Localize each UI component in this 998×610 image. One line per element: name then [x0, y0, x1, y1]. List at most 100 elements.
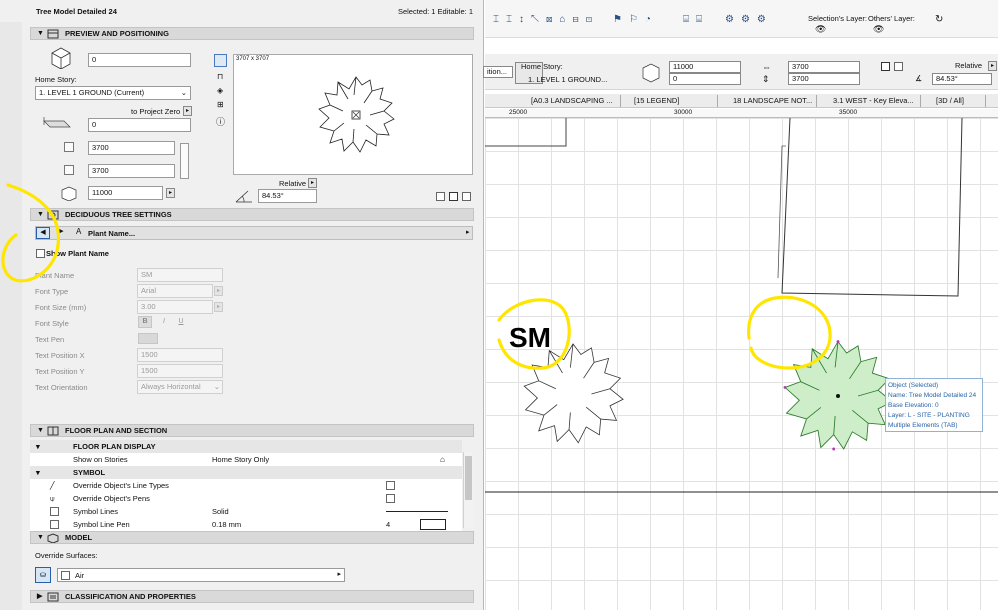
toolbar-tool-icons[interactable]: ⌸⌸ — [683, 14, 709, 25]
section-preview-positioning[interactable]: ▼ PREVIEW AND POSITIONING — [30, 27, 474, 40]
view-tab-active[interactable]: 18 LANDSCAPE NOT... — [721, 95, 817, 107]
width-icon — [64, 142, 74, 152]
angle-icon: ∡ — [915, 74, 923, 83]
floor-plan-canvas[interactable]: ⌶⌶↕↖⊠⌂⊟⊡ ⚑⚐◔ ⌸⌸ ⚙⚙⚙ Selection's Layer: O… — [483, 0, 998, 610]
section-model-label: MODEL — [65, 533, 93, 542]
text-position-x-field[interactable]: 1500 — [137, 348, 223, 362]
collapse-triangle-icon: ▼ — [37, 427, 44, 434]
link-chain-icon[interactable] — [180, 143, 189, 179]
geometry-method-dropdown[interactable]: ition... — [483, 66, 513, 78]
relative-label-info: Relative — [955, 61, 983, 70]
depth-arrows-icon: ⇕ — [762, 74, 770, 84]
view-tab[interactable]: [A0.3 LANDSCAPING ... — [519, 95, 621, 107]
symbol-lines-checkbox[interactable] — [50, 507, 59, 516]
text-position-y-field[interactable]: 1500 — [137, 364, 223, 378]
tooltip-layer: Layer: L - SITE - PLANTING — [888, 412, 970, 419]
home-story-value[interactable]: 1. LEVEL 1 GROUND... — [528, 75, 607, 84]
italic-button[interactable]: I — [158, 316, 170, 328]
plant-name-tab-label[interactable]: Plant Name... — [88, 229, 135, 238]
collapse-triangle-icon: ▼ — [37, 30, 44, 37]
underline-button[interactable]: U — [175, 316, 187, 328]
surface-paint-icon[interactable]: ⛀ — [35, 567, 51, 583]
override-line-types-checkbox[interactable] — [386, 481, 395, 490]
section-classification[interactable]: ▶ CLASSIFICATION AND PROPERTIES — [30, 590, 474, 603]
toolbar-flag-icons[interactable]: ⚑⚐◔ — [613, 14, 658, 25]
relative-arrow-info[interactable]: ▸ — [988, 61, 997, 71]
angle-field[interactable]: 84.53° — [258, 189, 317, 203]
width-field-info[interactable]: 3700 — [788, 61, 860, 73]
mirror-x-info[interactable] — [881, 62, 890, 71]
override-surfaces-label: Override Surfaces: — [35, 551, 98, 560]
angle-field-info[interactable]: 84.53° — [932, 73, 992, 85]
symbol-lines-row[interactable]: Symbol Lines Solid — [30, 505, 462, 518]
symbol-line-pen-checkbox[interactable] — [50, 520, 59, 529]
panel-title: Tree Model Detailed 24 — [36, 7, 117, 16]
view-tab[interactable]: [3D / All] — [924, 95, 986, 107]
view-tab[interactable]: [15 LEGEND] — [622, 95, 718, 107]
section-floor-plan-label: FLOOR PLAN AND SECTION — [65, 426, 168, 435]
override-line-types-row[interactable]: ╱ Override Object's Line Types — [30, 479, 462, 492]
surface-checkbox[interactable] — [61, 571, 70, 580]
eye-icon[interactable]: 👁 — [873, 24, 884, 35]
mirror-none-button[interactable] — [436, 192, 445, 201]
mirror-y-info[interactable] — [894, 62, 903, 71]
bold-button[interactable]: B — [138, 316, 152, 328]
ruler — [485, 109, 998, 118]
info-icon[interactable]: ⓘ — [216, 115, 225, 128]
floor-plan-scrollbar[interactable] — [463, 452, 473, 528]
zero-field[interactable]: 0 — [88, 118, 191, 132]
mirror-y-button[interactable] — [462, 192, 471, 201]
floor-plan-display-group[interactable]: ▾ FLOOR PLAN DISPLAY — [30, 440, 462, 453]
section-model[interactable]: ▼ MODEL — [30, 531, 474, 544]
toolbar-view-icons[interactable]: ⚙⚙⚙ — [725, 14, 773, 25]
surface-dropdown[interactable]: Air ▸ — [57, 568, 345, 582]
override-pens-checkbox[interactable] — [386, 494, 395, 503]
height-arrow-button[interactable]: ▸ — [166, 188, 175, 198]
font-size-arrow[interactable]: ▸ — [214, 302, 223, 312]
text-pen-swatch[interactable] — [138, 333, 158, 344]
refresh-icon[interactable]: ↻ — [935, 14, 943, 25]
elevation-bottom-field[interactable]: 0 — [669, 73, 741, 85]
preview-elevation-button[interactable]: ⊞ — [217, 100, 224, 109]
symbol-line-pen-row[interactable]: Symbol Line Pen 0.18 mm 4 — [30, 518, 462, 531]
preview-section-button[interactable]: ⊓ — [217, 72, 223, 81]
elevation-top-field[interactable]: 11000 — [669, 61, 741, 73]
font-type-field[interactable]: Arial — [137, 284, 213, 298]
plant-name-field[interactable]: SM — [137, 268, 223, 282]
override-line-types-label: Override Object's Line Types — [73, 481, 169, 490]
section-tree-settings[interactable]: ▼ DECIDUOUS TREE SETTINGS — [30, 208, 474, 221]
highlight-annotation-canvas — [497, 295, 832, 370]
preview-2d-button[interactable] — [214, 54, 227, 67]
relative-arrow-button[interactable]: ▸ — [308, 178, 317, 188]
mirror-x-button[interactable] — [449, 192, 458, 201]
preview-window: 3707 x 3707 — [233, 54, 473, 175]
eye-icon[interactable]: 👁 — [815, 24, 826, 35]
tab-menu-arrow-icon[interactable]: ▸ — [466, 228, 470, 236]
scrollbar-thumb[interactable] — [465, 456, 472, 500]
width-field[interactable]: 3700 — [88, 141, 175, 155]
depth-field[interactable]: 3700 — [88, 164, 175, 178]
view-tab[interactable]: 3.1 WEST - Key Eleva... — [821, 95, 921, 107]
text-pen-label: Text Pen — [35, 335, 65, 344]
panel-gutter — [0, 22, 22, 610]
elevation-field[interactable]: 0 — [88, 53, 191, 67]
pen-swatch[interactable] — [420, 519, 446, 530]
text-orientation-dropdown[interactable]: Always Horizontal ⌄ — [137, 380, 223, 394]
symbol-group[interactable]: ▾ SYMBOL — [30, 466, 462, 479]
section-tree-settings-label: DECIDUOUS TREE SETTINGS — [65, 210, 172, 219]
override-pens-row[interactable]: ⍦ Override Object's Pens — [30, 492, 462, 505]
depth-field-info[interactable]: 3700 — [788, 73, 860, 85]
preview-3d-button[interactable]: ◈ — [217, 86, 223, 95]
model-icon — [47, 533, 59, 543]
symbol-lines-value: Solid — [212, 507, 229, 516]
home-story-dropdown[interactable]: 1. LEVEL 1 GROUND (Current) ⌄ — [35, 86, 191, 100]
font-type-arrow[interactable]: ▸ — [214, 286, 223, 296]
tooltip-multi: Multiple Elements (TAB) — [888, 422, 958, 429]
font-size-field[interactable]: 3.00 — [137, 300, 213, 314]
show-on-stories-row[interactable]: Show on Stories Home Story Only ⌂ — [30, 453, 462, 466]
toolbar-icons[interactable]: ⌶⌶↕↖⊠⌂⊟⊡ — [493, 14, 599, 25]
ruler-tick: 35000 — [839, 109, 858, 116]
project-zero-arrow-button[interactable]: ▸ — [183, 106, 192, 116]
height-field[interactable]: 11000 — [88, 186, 163, 200]
section-floor-plan[interactable]: ▼ FLOOR PLAN AND SECTION — [30, 424, 474, 437]
